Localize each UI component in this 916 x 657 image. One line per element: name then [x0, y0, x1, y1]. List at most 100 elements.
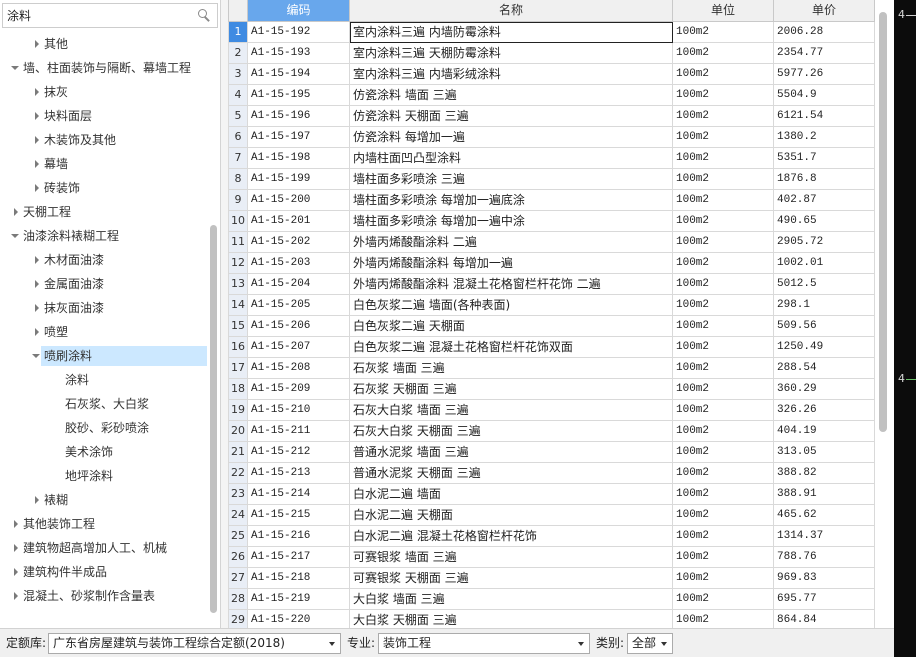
row-number-cell[interactable]: 29 [228, 610, 248, 628]
chevron-right-icon[interactable] [31, 128, 41, 152]
search-box[interactable] [2, 3, 218, 28]
price-cell[interactable]: 2905.72 [774, 232, 875, 253]
table-row[interactable]: 19 A1-15-210 石灰大白浆 墙面 三遍 100m2 326.26 [228, 400, 876, 421]
name-cell[interactable]: 石灰浆 墙面 三遍 [350, 358, 673, 379]
price-cell[interactable]: 5351.7 [774, 148, 875, 169]
row-number-cell[interactable]: 27 [228, 568, 248, 589]
code-cell[interactable]: A1-15-201 [248, 211, 350, 232]
chevron-right-icon[interactable] [10, 584, 20, 608]
code-cell[interactable]: A1-15-206 [248, 316, 350, 337]
name-cell[interactable]: 内墙柱面凹凸型涂料 [350, 148, 673, 169]
table-scrollbar[interactable] [876, 0, 894, 628]
tree-item[interactable]: 胶砂、彩砂喷涂 [0, 416, 207, 440]
chevron-right-icon[interactable] [31, 80, 41, 104]
unit-cell[interactable]: 100m2 [673, 442, 774, 463]
price-cell[interactable]: 788.76 [774, 547, 875, 568]
row-number-cell[interactable]: 24 [228, 505, 248, 526]
unit-cell[interactable]: 100m2 [673, 64, 774, 85]
tree-item[interactable]: 其他 [0, 32, 207, 56]
row-number-cell[interactable]: 23 [228, 484, 248, 505]
unit-cell[interactable]: 100m2 [673, 211, 774, 232]
tree-item[interactable]: 建筑物超高增加人工、机械 [0, 536, 207, 560]
price-cell[interactable]: 326.26 [774, 400, 875, 421]
table-row[interactable]: 1 A1-15-192 室内涂料三遍 内墙防霉涂料 100m2 2006.28 [228, 22, 876, 43]
tree-item[interactable]: 金属面油漆 [0, 272, 207, 296]
column-header-name[interactable]: 名称 [350, 0, 673, 22]
tree-item[interactable]: 混凝土、砂浆制作含量表 [0, 584, 207, 608]
name-cell[interactable]: 白色灰浆二遍 混凝土花格窗栏杆花饰双面 [350, 337, 673, 358]
table-row[interactable]: 26 A1-15-217 可赛银浆 墙面 三遍 100m2 788.76 [228, 547, 876, 568]
chevron-right-icon[interactable] [31, 152, 41, 176]
price-cell[interactable]: 509.56 [774, 316, 875, 337]
unit-cell[interactable]: 100m2 [673, 274, 774, 295]
table-row[interactable]: 28 A1-15-219 大白浆 墙面 三遍 100m2 695.77 [228, 589, 876, 610]
table-row[interactable]: 23 A1-15-214 白水泥二遍 墙面 100m2 388.91 [228, 484, 876, 505]
price-cell[interactable]: 1314.37 [774, 526, 875, 547]
row-number-cell[interactable]: 10 [228, 211, 248, 232]
table-row[interactable]: 4 A1-15-195 仿瓷涂料 墙面 三遍 100m2 5504.9 [228, 85, 876, 106]
name-cell[interactable]: 仿瓷涂料 天棚面 三遍 [350, 106, 673, 127]
code-cell[interactable]: A1-15-218 [248, 568, 350, 589]
code-cell[interactable]: A1-15-214 [248, 484, 350, 505]
table-row[interactable]: 13 A1-15-204 外墙丙烯酸酯涂料 混凝土花格窗栏杆花饰 二遍 100m2 50… [228, 274, 876, 295]
row-number-cell[interactable]: 22 [228, 463, 248, 484]
name-cell[interactable]: 大白浆 天棚面 三遍 [350, 610, 673, 628]
code-cell[interactable]: A1-15-212 [248, 442, 350, 463]
chevron-right-icon[interactable] [31, 296, 41, 320]
row-number-cell[interactable]: 3 [228, 64, 248, 85]
chevron-down-icon[interactable] [329, 642, 335, 646]
price-cell[interactable]: 1002.01 [774, 253, 875, 274]
table-row[interactable]: 5 A1-15-196 仿瓷涂料 天棚面 三遍 100m2 6121.54 [228, 106, 876, 127]
unit-cell[interactable]: 100m2 [673, 547, 774, 568]
name-cell[interactable]: 室内涂料三遍 内墙防霉涂料 [350, 22, 673, 43]
unit-cell[interactable]: 100m2 [673, 526, 774, 547]
unit-cell[interactable]: 100m2 [673, 190, 774, 211]
code-cell[interactable]: A1-15-202 [248, 232, 350, 253]
tree-item[interactable]: 天棚工程 [0, 200, 207, 224]
unit-cell[interactable]: 100m2 [673, 568, 774, 589]
table-row[interactable]: 29 A1-15-220 大白浆 天棚面 三遍 100m2 864.84 [228, 610, 876, 628]
table-row[interactable]: 8 A1-15-199 墙柱面多彩喷涂 三遍 100m2 1876.8 [228, 169, 876, 190]
row-number-cell[interactable]: 15 [228, 316, 248, 337]
table-scrollbar-thumb[interactable] [879, 12, 887, 432]
price-cell[interactable]: 465.62 [774, 505, 875, 526]
unit-cell[interactable]: 100m2 [673, 253, 774, 274]
row-number-cell[interactable]: 25 [228, 526, 248, 547]
name-cell[interactable]: 石灰大白浆 墙面 三遍 [350, 400, 673, 421]
row-number-cell[interactable]: 18 [228, 379, 248, 400]
tree-item[interactable]: 抹灰面油漆 [0, 296, 207, 320]
name-cell[interactable]: 墙柱面多彩喷涂 每增加一遍底涂 [350, 190, 673, 211]
name-cell[interactable]: 墙柱面多彩喷涂 每增加一遍中涂 [350, 211, 673, 232]
table-row[interactable]: 11 A1-15-202 外墙丙烯酸酯涂料 二遍 100m2 2905.72 [228, 232, 876, 253]
tree-item[interactable]: 美术涂饰 [0, 440, 207, 464]
price-cell[interactable]: 2354.77 [774, 43, 875, 64]
code-cell[interactable]: A1-15-195 [248, 85, 350, 106]
unit-cell[interactable]: 100m2 [673, 610, 774, 628]
code-cell[interactable]: A1-15-209 [248, 379, 350, 400]
column-header-code[interactable]: 编码 [248, 0, 350, 22]
table-row[interactable]: 10 A1-15-201 墙柱面多彩喷涂 每增加一遍中涂 100m2 490.65 [228, 211, 876, 232]
code-cell[interactable]: A1-15-207 [248, 337, 350, 358]
tree-item[interactable]: 抹灰 [0, 80, 207, 104]
chevron-right-icon[interactable] [31, 272, 41, 296]
code-cell[interactable]: A1-15-217 [248, 547, 350, 568]
code-cell[interactable]: A1-15-216 [248, 526, 350, 547]
unit-cell[interactable]: 100m2 [673, 106, 774, 127]
code-cell[interactable]: A1-15-193 [248, 43, 350, 64]
row-number-cell[interactable]: 1 [228, 22, 248, 43]
tree-item[interactable]: 裱糊 [0, 488, 207, 512]
code-cell[interactable]: A1-15-196 [248, 106, 350, 127]
chevron-down-icon[interactable] [661, 642, 667, 646]
code-cell[interactable]: A1-15-194 [248, 64, 350, 85]
library-dropdown[interactable]: 广东省房屋建筑与装饰工程综合定额(2018) [48, 633, 341, 654]
tree-item[interactable]: 地坪涂料 [0, 464, 207, 488]
table-row[interactable]: 7 A1-15-198 内墙柱面凹凸型涂料 100m2 5351.7 [228, 148, 876, 169]
name-cell[interactable]: 墙柱面多彩喷涂 三遍 [350, 169, 673, 190]
chevron-down-icon[interactable] [10, 224, 20, 248]
column-header-unit[interactable]: 单位 [673, 0, 774, 22]
name-cell[interactable]: 大白浆 墙面 三遍 [350, 589, 673, 610]
tree-item[interactable]: 建筑构件半成品 [0, 560, 207, 584]
unit-cell[interactable]: 100m2 [673, 316, 774, 337]
code-cell[interactable]: A1-15-219 [248, 589, 350, 610]
unit-cell[interactable]: 100m2 [673, 43, 774, 64]
